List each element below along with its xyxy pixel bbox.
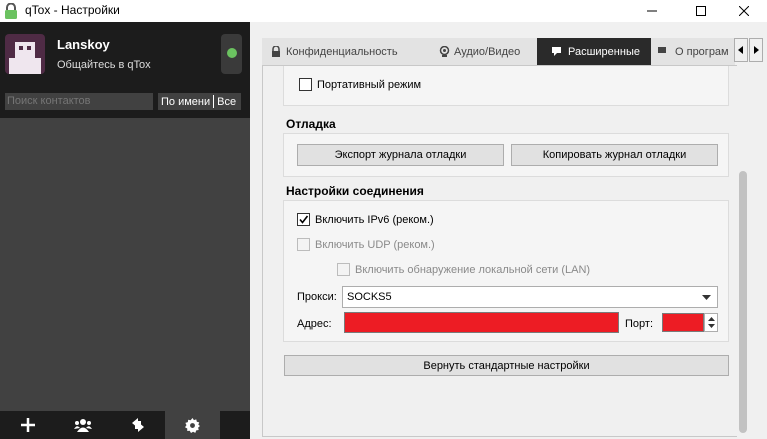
search-row: По имени Все	[0, 84, 250, 118]
copy-debug-log-button[interactable]: Копировать журнал отладки	[511, 144, 718, 166]
settings-icon	[185, 417, 200, 433]
avatar[interactable]	[5, 34, 45, 74]
status-message[interactable]: Общайтесь в qTox	[57, 59, 151, 71]
connection-group-title: Настройки соединения	[286, 184, 424, 198]
settings-panel: Конфиденциальность Аудио/Видео Расширенн…	[250, 22, 767, 439]
debug-group-title: Отладка	[286, 117, 336, 131]
portable-mode-label: Портативный режим	[317, 79, 422, 91]
settings-button[interactable]	[165, 411, 220, 439]
title-bar: qTox - Настройки	[0, 0, 767, 22]
close-icon	[739, 6, 749, 16]
chevron-down-icon	[702, 295, 711, 300]
settings-tabbar: Конфиденциальность Аудио/Видео Расширенн…	[262, 38, 756, 65]
tab-advanced[interactable]: Расширенные	[537, 38, 651, 65]
lan-discovery-checkbox[interactable]	[337, 263, 350, 276]
webcam-icon	[439, 46, 450, 57]
minimize-button[interactable]	[629, 0, 675, 22]
connection-group: Включить IPv6 (реком.) Включить UDP (рек…	[283, 200, 729, 342]
tab-about-label: О програм	[675, 45, 729, 58]
lan-discovery-label: Включить обнаружение локальной сети (LAN…	[355, 264, 591, 276]
tab-privacy-label: Конфиденциальность	[286, 45, 398, 58]
portable-mode-checkbox[interactable]	[299, 78, 312, 91]
port-spinner[interactable]	[704, 313, 718, 332]
checkmark-icon	[299, 215, 309, 224]
proxy-address-input[interactable]	[344, 312, 619, 333]
sort-by-name[interactable]: По имени	[158, 96, 213, 108]
proxy-label: Прокси:	[297, 291, 337, 303]
settings-scrollbar[interactable]	[737, 65, 749, 437]
ipv6-checkbox[interactable]	[297, 213, 310, 226]
proxy-type-value: SOCKS5	[347, 291, 392, 303]
port-label: Порт:	[625, 318, 653, 330]
file-transfers-button[interactable]	[110, 411, 165, 439]
proxy-type-select[interactable]: SOCKS5	[342, 286, 718, 308]
minimize-icon	[647, 10, 657, 12]
qtox-lock-icon	[5, 3, 17, 19]
advanced-icon	[552, 47, 561, 56]
settings-content: Портативный режим Отладка Экспорт журнал…	[262, 65, 749, 437]
bottom-toolbar	[0, 411, 250, 439]
debug-group: Экспорт журнала отладки Копировать журна…	[283, 133, 729, 177]
window-title: qTox - Настройки	[25, 3, 120, 17]
group-icon	[73, 419, 92, 432]
left-panel: Lanskoy Общайтесь в qTox По имени Все	[0, 22, 250, 439]
export-debug-log-button[interactable]: Экспорт журнала отладки	[297, 144, 504, 166]
ipv6-label: Включить IPv6 (реком.)	[315, 214, 434, 226]
lock-icon	[272, 46, 280, 57]
profile-header: Lanskoy Общайтесь в qTox	[0, 22, 250, 84]
online-status-icon	[227, 48, 237, 58]
chevron-left-icon	[738, 46, 743, 54]
username[interactable]: Lanskoy	[57, 37, 110, 52]
general-group: Портативный режим	[283, 66, 729, 106]
spin-down-icon	[708, 324, 715, 328]
tab-scroll-right-button[interactable]	[749, 38, 763, 62]
tab-about[interactable]: О програм	[651, 38, 735, 65]
scrollbar-thumb[interactable]	[739, 171, 747, 433]
sort-filter-box[interactable]: По имени Все	[158, 93, 241, 110]
add-icon	[20, 418, 35, 432]
close-button[interactable]	[721, 0, 767, 22]
tab-scroll-left-button[interactable]	[734, 38, 748, 62]
spin-up-icon	[708, 317, 715, 321]
address-label: Адрес:	[297, 318, 332, 330]
udp-label: Включить UDP (реком.)	[315, 239, 435, 251]
maximize-button[interactable]	[678, 0, 724, 22]
proxy-port-input[interactable]	[662, 313, 704, 332]
status-button[interactable]	[221, 34, 242, 74]
group-chat-button[interactable]	[55, 411, 110, 439]
tab-privacy[interactable]: Конфиденциальность	[262, 38, 411, 65]
reset-defaults-button[interactable]: Вернуть стандартные настройки	[284, 355, 729, 376]
info-icon	[658, 47, 666, 53]
filter-all[interactable]: Все	[214, 96, 239, 108]
chevron-right-icon	[754, 46, 759, 54]
tab-advanced-label: Расширенные	[568, 45, 640, 58]
add-friend-button[interactable]	[0, 411, 55, 439]
udp-checkbox[interactable]	[297, 238, 310, 251]
maximize-icon	[696, 6, 706, 16]
tab-audio-video[interactable]: Аудио/Видео	[411, 38, 537, 65]
transfer-icon	[131, 418, 144, 432]
contact-search-input[interactable]	[5, 93, 153, 110]
